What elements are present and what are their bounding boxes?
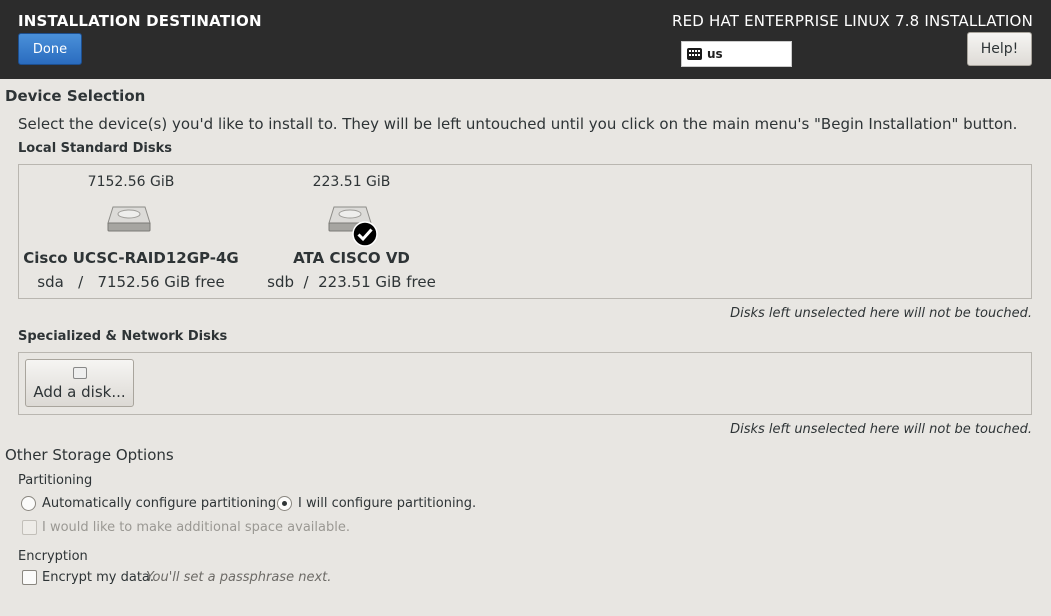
manual-partitioning-radio[interactable] — [277, 496, 292, 511]
hard-disk-icon — [107, 206, 151, 232]
add-disk-label: Add a disk... — [33, 383, 126, 401]
additional-space-label: I would like to make additional space av… — [42, 520, 350, 535]
disk-name: ATA CISCO VD — [293, 249, 410, 267]
help-button[interactable]: Help! — [967, 32, 1032, 66]
encrypt-label[interactable]: Encrypt my data. — [42, 570, 154, 585]
auto-partitioning-radio[interactable] — [21, 496, 36, 511]
disk-sda[interactable]: 7152.56 GiB Cisco UCSC-RAID12GP-4G sda /… — [19, 165, 243, 298]
disk-free-space: sdb / 223.51 GiB free — [267, 273, 436, 291]
keyboard-layout-label: us — [707, 47, 723, 61]
disk-free-space: sda / 7152.56 GiB free — [37, 273, 225, 291]
untouched-note-specialized: Disks left unselected here will not be t… — [730, 422, 1032, 437]
partitioning-heading: Partitioning — [18, 473, 93, 488]
keyboard-icon — [687, 48, 702, 60]
manual-partitioning-label[interactable]: I will configure partitioning. — [298, 496, 476, 511]
untouched-note-local: Disks left unselected here will not be t… — [730, 306, 1032, 321]
done-button[interactable]: Done — [18, 33, 82, 65]
device-selection-heading: Device Selection — [5, 87, 146, 105]
disk-sdb[interactable]: 223.51 GiB ATA CISCO VD sdb / 223.51 GiB… — [255, 165, 448, 298]
local-disks-heading: Local Standard Disks — [18, 141, 172, 156]
page-title: INSTALLATION DESTINATION — [18, 12, 262, 30]
auto-partitioning-label[interactable]: Automatically configure partitioning. — [42, 496, 280, 511]
local-disks-panel: 7152.56 GiB Cisco UCSC-RAID12GP-4G sda /… — [18, 164, 1032, 299]
encrypt-checkbox[interactable] — [22, 570, 37, 585]
disk-add-icon — [73, 367, 87, 379]
specialized-disks-heading: Specialized & Network Disks — [18, 329, 228, 344]
specialized-disks-panel — [18, 352, 1032, 415]
keyboard-layout-indicator[interactable]: us — [681, 41, 792, 67]
encryption-heading: Encryption — [18, 549, 88, 564]
add-disk-button[interactable]: Add a disk... — [25, 359, 134, 407]
encrypt-hint: You'll set a passphrase next. — [146, 570, 332, 585]
selected-checkmark-icon — [352, 221, 378, 247]
additional-space-checkbox — [22, 520, 37, 535]
header-bar: INSTALLATION DESTINATION Done RED HAT EN… — [0, 0, 1051, 79]
storage-options-heading: Other Storage Options — [5, 446, 174, 464]
device-selection-intro: Select the device(s) you'd like to insta… — [18, 115, 1018, 133]
product-title: RED HAT ENTERPRISE LINUX 7.8 INSTALLATIO… — [672, 12, 1033, 30]
disk-name: Cisco UCSC-RAID12GP-4G — [23, 249, 239, 267]
disk-size: 223.51 GiB — [312, 174, 391, 190]
disk-size: 7152.56 GiB — [87, 174, 175, 190]
